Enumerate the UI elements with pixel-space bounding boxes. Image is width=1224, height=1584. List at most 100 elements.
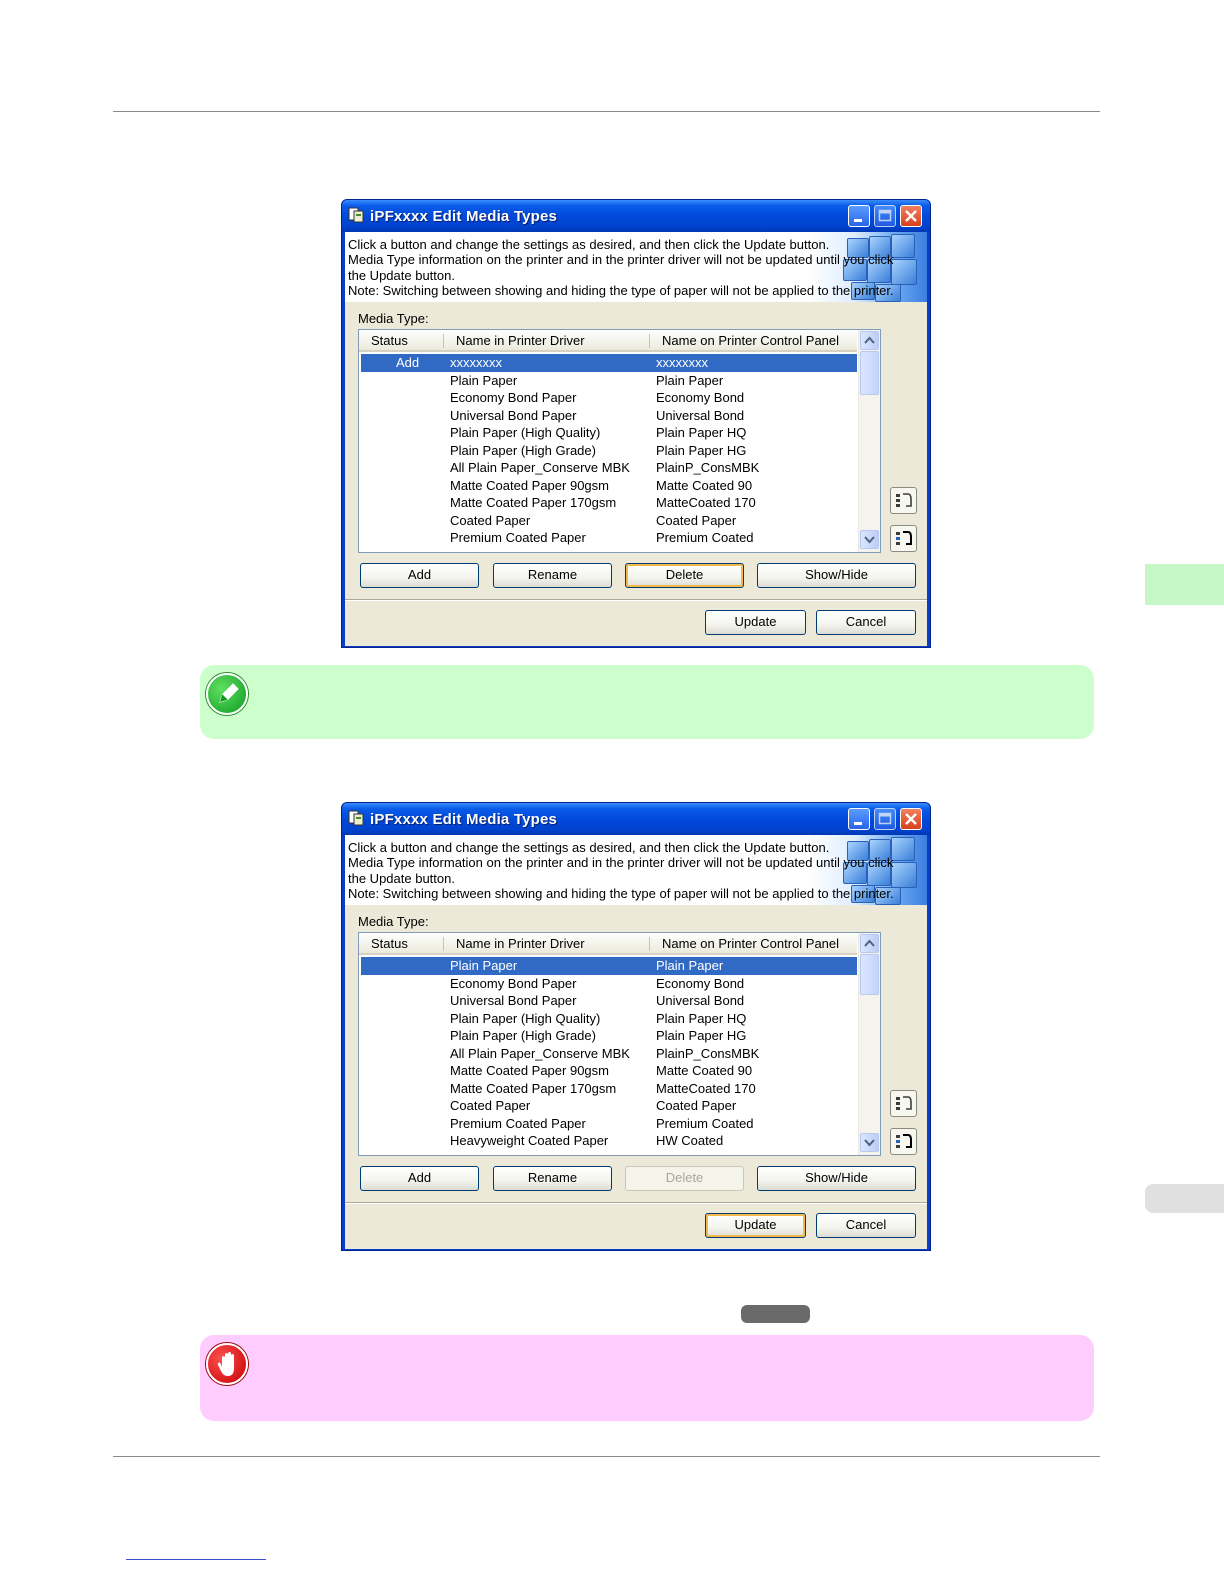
item-driver-name: Plain Paper (High Quality) — [450, 1010, 601, 1026]
media-type-label: Media Type: — [358, 914, 429, 929]
column-driver-name[interactable]: Name in Printer Driver — [456, 936, 585, 951]
pencil-note-icon — [206, 673, 248, 715]
title-bar[interactable]: iPFxxxx Edit Media Types — [342, 200, 930, 232]
list-item[interactable]: Plain Paper (High Quality) Plain Paper HQ — [361, 1010, 857, 1028]
list-item[interactable]: Economy Bond Paper Economy Bond — [361, 975, 857, 993]
update-button[interactable]: Update — [705, 1213, 806, 1238]
chapter-tab — [1145, 564, 1224, 605]
scroll-thumb[interactable] — [860, 351, 879, 395]
list-item[interactable]: Matte Coated Paper 90gsm Matte Coated 90 — [361, 477, 857, 495]
list-item[interactable]: Add xxxxxxxx xxxxxxxx — [361, 354, 857, 372]
item-panel-name: Plain Paper — [656, 958, 724, 973]
close-button[interactable] — [900, 205, 922, 227]
item-driver-name: Plain Paper (High Quality) — [450, 425, 601, 440]
list-item[interactable]: All Plain Paper_Conserve MBK PlainP_ConsM… — [361, 1045, 857, 1063]
item-panel-name: Universal Bond — [656, 407, 745, 423]
rename-button[interactable]: Rename — [493, 1166, 612, 1191]
stop-hand-icon — [206, 1343, 248, 1385]
delete-button[interactable]: Delete — [625, 1166, 744, 1191]
footer-rule — [113, 1456, 1100, 1457]
list-item[interactable]: Plain Paper (High Grade) Plain Paper HG — [361, 442, 857, 460]
minimize-button[interactable] — [848, 808, 870, 830]
media-type-list[interactable]: Status Name in Printer Driver Name on Pr… — [358, 329, 881, 553]
item-panel-name: Plain Paper HG — [656, 442, 747, 458]
scroll-thumb[interactable] — [860, 954, 879, 995]
move-down-button[interactable] — [890, 1128, 917, 1155]
item-driver-name: Plain Paper (High Grade) — [450, 442, 596, 458]
dialog-title: iPFxxxx Edit Media Types — [370, 208, 558, 225]
chevron-down-icon — [864, 536, 875, 544]
banner-text: Click a button and change the settings a… — [348, 237, 894, 298]
vertical-scrollbar[interactable] — [858, 330, 880, 552]
list-item[interactable]: Heavyweight Coated Paper HW Coated — [361, 1132, 857, 1150]
show-hide-button[interactable]: Show/Hide — [757, 563, 916, 588]
list-item[interactable]: Plain Paper Plain Paper — [361, 372, 857, 390]
item-panel-name: Coated Paper — [656, 512, 737, 528]
maximize-button[interactable] — [874, 205, 896, 227]
list-item[interactable]: Universal Bond Paper Universal Bond — [361, 992, 857, 1010]
scroll-down-button[interactable] — [860, 1133, 879, 1152]
item-driver-name: Plain Paper — [450, 372, 518, 388]
list-item[interactable]: Matte Coated Paper 90gsm Matte Coated 90 — [361, 1062, 857, 1080]
list-item[interactable]: Universal Bond Paper Universal Bond — [361, 407, 857, 425]
scroll-up-button[interactable] — [860, 934, 879, 953]
add-button[interactable]: Add — [360, 563, 479, 588]
list-item[interactable]: Plain Paper Plain Paper — [361, 957, 857, 975]
show-hide-button[interactable]: Show/Hide — [757, 1166, 916, 1191]
list-item[interactable]: Matte Coated Paper 170gsm MatteCoated 170 — [361, 494, 857, 512]
dialog-client: Click a button and change the settings a… — [345, 835, 927, 1249]
chevron-up-icon — [864, 336, 875, 344]
item-driver-name: Plain Paper — [450, 958, 518, 973]
minimize-button[interactable] — [848, 205, 870, 227]
scroll-down-button[interactable] — [860, 530, 879, 549]
move-up-button[interactable] — [890, 1090, 917, 1117]
list-item[interactable]: Plain Paper (High Quality) Plain Paper HQ — [361, 424, 857, 442]
close-button[interactable] — [900, 808, 922, 830]
column-panel-name[interactable]: Name on Printer Control Panel — [662, 936, 839, 951]
item-driver-name: Heavyweight Coated Paper — [450, 1133, 609, 1148]
edit-media-types-dialog: iPFxxxx Edit Media Types Click a button … — [341, 199, 931, 648]
list-header: Status Name in Printer Driver Name on Pr… — [359, 330, 857, 352]
title-bar[interactable]: iPFxxxx Edit Media Types — [342, 803, 930, 835]
footer-link[interactable] — [126, 1559, 266, 1560]
column-status[interactable]: Status — [371, 333, 408, 348]
key-button-graphic — [741, 1305, 810, 1323]
list-item[interactable]: Matte Coated Paper 170gsm MatteCoated 170 — [361, 1080, 857, 1098]
scroll-up-button[interactable] — [860, 331, 879, 350]
item-panel-name: HW Coated — [656, 1133, 724, 1148]
list-item[interactable]: Plain Paper (High Grade) Plain Paper HG — [361, 1027, 857, 1045]
update-button[interactable]: Update — [705, 610, 806, 635]
list-item[interactable]: All Plain Paper_Conserve MBK PlainP_ConsM… — [361, 459, 857, 477]
media-type-list[interactable]: Status Name in Printer Driver Name on Pr… — [358, 932, 881, 1156]
list-item[interactable]: Economy Bond Paper Economy Bond — [361, 389, 857, 407]
vertical-scrollbar[interactable] — [858, 933, 880, 1155]
list-item[interactable]: Coated Paper Coated Paper — [361, 1097, 857, 1115]
add-button[interactable]: Add — [360, 1166, 479, 1191]
cancel-button[interactable]: Cancel — [816, 610, 916, 635]
close-icon — [905, 813, 917, 825]
column-status[interactable]: Status — [371, 936, 408, 951]
item-driver-name: Coated Paper — [450, 512, 531, 528]
list-item[interactable]: Premium Coated Paper Premium Coated — [361, 1115, 857, 1133]
item-driver-name: Coated Paper — [450, 1098, 531, 1113]
item-panel-name: MatteCoated 170 — [656, 1080, 756, 1096]
maximize-button[interactable] — [874, 808, 896, 830]
close-icon — [905, 210, 917, 222]
item-driver-name: Matte Coated Paper 170gsm — [450, 495, 617, 510]
move-down-button[interactable] — [890, 525, 917, 552]
list-item[interactable]: Premium Coated Paper Premium Coated — [361, 529, 857, 547]
header-rule — [113, 111, 1100, 112]
column-driver-name[interactable]: Name in Printer Driver — [456, 333, 585, 348]
cancel-button[interactable]: Cancel — [816, 1213, 916, 1238]
item-panel-name: Plain Paper — [656, 372, 724, 388]
printer-app-icon — [348, 207, 364, 223]
item-panel-name: Matte Coated 90 — [656, 1063, 753, 1078]
item-driver-name: Economy Bond Paper — [450, 390, 577, 405]
item-panel-name: Plain Paper HQ — [656, 1010, 747, 1026]
delete-button[interactable]: Delete — [625, 563, 744, 588]
column-panel-name[interactable]: Name on Printer Control Panel — [662, 333, 839, 348]
list-item[interactable]: Coated Paper Coated Paper — [361, 512, 857, 530]
move-up-button[interactable] — [890, 487, 917, 514]
printer-app-icon — [348, 810, 364, 826]
rename-button[interactable]: Rename — [493, 563, 612, 588]
